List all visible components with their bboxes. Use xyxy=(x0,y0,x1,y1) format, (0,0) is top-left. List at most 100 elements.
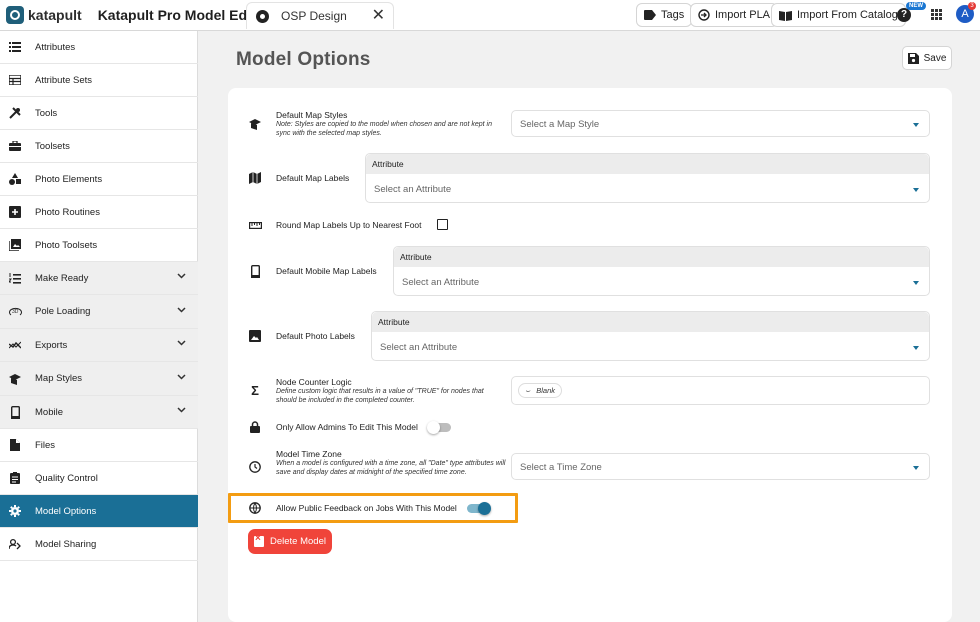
sidebar-item-pole-loading[interactable]: 3D Pole Loading xyxy=(0,295,198,329)
project-tab-label: OSP Design xyxy=(281,9,347,23)
sidebar-item-label: Photo Toolsets xyxy=(35,239,98,251)
gear-icon xyxy=(8,505,22,517)
sidebar-item-model-options[interactable]: Model Options xyxy=(0,495,198,528)
sidebar-item-model-sharing[interactable]: Model Sharing xyxy=(0,528,198,561)
import-icon xyxy=(698,9,710,21)
node-counter-logic-field[interactable] xyxy=(511,376,930,405)
sidebar-item-photo-routines[interactable]: Photo Routines xyxy=(0,196,198,229)
sidebar-item-label: Tools xyxy=(35,107,58,119)
page-title: Model Options xyxy=(236,49,371,70)
save-button[interactable]: Save xyxy=(902,46,952,70)
sidebar-item-label: Files xyxy=(35,439,56,451)
import-catalog-button[interactable]: Import From Catalog xyxy=(771,3,906,27)
sidebar-item-photo-elements[interactable]: Photo Elements xyxy=(0,163,198,196)
import-pla-button[interactable]: Import PLA xyxy=(690,3,779,27)
photo-labels-header: Attribute xyxy=(372,312,929,332)
map-labels-select[interactable]: Attribute Select an Attribute xyxy=(365,153,930,203)
apps-grid-icon[interactable] xyxy=(931,9,942,20)
clock-icon xyxy=(248,460,262,474)
logic-chip[interactable]: ⌣ Blank xyxy=(518,383,563,398)
help-icon[interactable]: ? xyxy=(897,8,911,22)
app-title: Katapult Pro Model Editor xyxy=(97,7,270,23)
dropdown-arrow-icon xyxy=(913,188,919,192)
sidebar-item-label: Quality Control xyxy=(35,472,98,484)
project-tab[interactable]: OSP Design ✕ xyxy=(246,2,394,29)
sidebar-item-exports[interactable]: Exports xyxy=(0,329,198,362)
photo-library-icon xyxy=(8,239,22,251)
close-tab-icon[interactable]: ✕ xyxy=(372,5,385,25)
sidebar-item-label: Mobile xyxy=(35,406,63,418)
sidebar-item-label: Toolsets xyxy=(35,140,70,152)
table-icon xyxy=(8,75,22,85)
sidebar-item-label: Attributes xyxy=(35,41,76,53)
sidebar-item-label: Make Ready xyxy=(35,272,89,284)
toolbox-icon xyxy=(8,141,22,151)
file-icon xyxy=(8,439,22,451)
sidebar-item-toolsets[interactable]: Toolsets xyxy=(0,130,198,163)
delete-model-button[interactable]: Delete Model xyxy=(248,529,332,554)
sidebar-item-attributes[interactable]: Attributes xyxy=(0,31,198,64)
sidebar-item-label: Map Styles xyxy=(35,373,82,384)
map-style-placeholder: Select a Map Style xyxy=(520,119,600,130)
sidebar-item-quality-control[interactable]: Quality Control xyxy=(0,462,198,495)
sidebar-item-map-styles[interactable]: Map Styles xyxy=(0,362,198,396)
sidebar: Attributes Attribute Sets Tools Toolsets… xyxy=(0,31,198,622)
share-icon xyxy=(8,538,22,550)
photo-labels-placeholder: Select an Attribute xyxy=(380,342,458,353)
notification-badge: 3 xyxy=(968,2,976,10)
image-icon xyxy=(248,329,262,343)
book-icon xyxy=(779,10,792,21)
logic-chip-label: Blank xyxy=(536,386,556,395)
chevron-down-icon xyxy=(177,306,186,313)
map-labels-label: Default Map Labels xyxy=(276,173,350,183)
map-icon xyxy=(248,171,262,185)
sidebar-item-label: Photo Elements xyxy=(35,173,103,185)
mobile-labels-select[interactable]: Attribute Select an Attribute xyxy=(393,246,930,296)
mobile-labels-label: Default Mobile Map Labels xyxy=(276,266,377,276)
lock-icon xyxy=(248,420,262,434)
new-badge: NEW xyxy=(906,2,926,10)
sidebar-item-files[interactable]: Files xyxy=(0,429,198,462)
brand[interactable]: katapult xyxy=(6,6,82,24)
sidebar-item-tools[interactable]: Tools xyxy=(0,97,198,130)
node-counter-label: Node Counter Logic xyxy=(276,377,352,387)
photo-labels-label: Default Photo Labels xyxy=(276,331,355,341)
photo-labels-select[interactable]: Attribute Select an Attribute xyxy=(371,311,930,361)
sidebar-item-attribute-sets[interactable]: Attribute Sets xyxy=(0,64,198,97)
node-counter-note: Define custom logic that results in a va… xyxy=(276,388,484,404)
round-labels-label: Round Map Labels Up to Nearest Foot xyxy=(276,220,422,230)
shapes-icon xyxy=(8,173,22,185)
mobile-labels-header: Attribute xyxy=(394,247,929,267)
map-style-select[interactable]: Select a Map Style xyxy=(511,110,930,137)
project-icon xyxy=(256,9,269,23)
time-zone-label: Model Time Zone xyxy=(276,449,342,459)
add-box-icon xyxy=(8,206,22,218)
time-zone-select[interactable]: Select a Time Zone xyxy=(511,453,930,480)
sigma-icon: Σ xyxy=(251,382,259,398)
time-zone-note: When a model is configured with a time z… xyxy=(276,460,506,476)
brand-name: katapult xyxy=(28,7,82,23)
dropdown-arrow-icon xyxy=(913,346,919,350)
chevron-down-icon xyxy=(177,407,186,413)
tools-icon xyxy=(8,107,22,119)
code-icon: ⌣ xyxy=(525,385,531,395)
map-labels-placeholder: Select an Attribute xyxy=(374,184,452,195)
delete-icon xyxy=(254,533,264,547)
list-numbered-icon xyxy=(8,272,22,284)
chevron-down-icon xyxy=(177,340,186,346)
phone-icon xyxy=(8,405,22,419)
sidebar-item-make-ready[interactable]: Make Ready xyxy=(0,262,198,295)
public-feedback-toggle[interactable] xyxy=(467,502,491,515)
map-style-icon xyxy=(8,373,22,385)
chevron-down-icon xyxy=(177,373,186,380)
map-styles-label: Default Map Styles xyxy=(276,110,348,120)
save-icon xyxy=(907,52,919,64)
tags-button[interactable]: Tags xyxy=(636,3,693,27)
sidebar-item-photo-toolsets[interactable]: Photo Toolsets xyxy=(0,229,198,262)
round-labels-checkbox[interactable] xyxy=(437,219,448,230)
dropdown-arrow-icon xyxy=(913,281,919,285)
admins-only-label: Only Allow Admins To Edit This Model xyxy=(276,422,418,432)
sidebar-item-mobile[interactable]: Mobile xyxy=(0,396,198,429)
admins-only-toggle[interactable] xyxy=(427,421,451,434)
globe-icon xyxy=(248,501,262,515)
